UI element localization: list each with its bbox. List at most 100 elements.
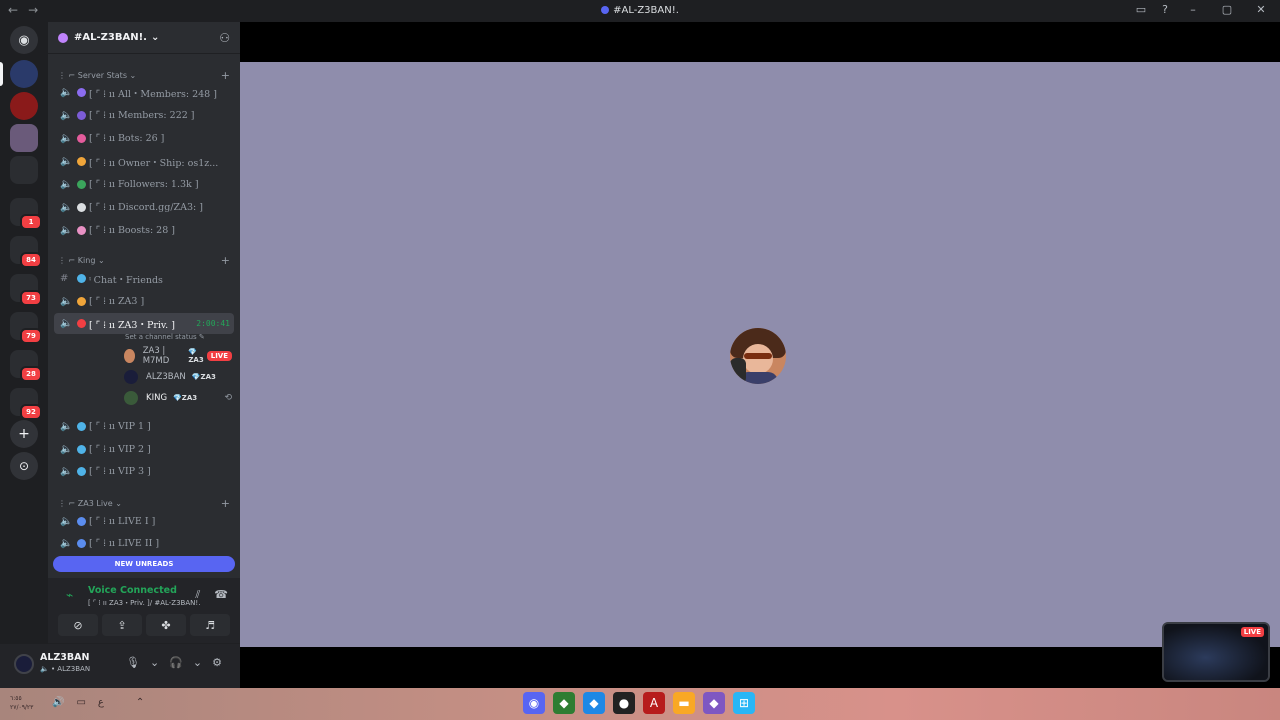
discord-app-icon[interactable]: ◉ (523, 692, 545, 714)
speaker-icon: 🔈 (60, 318, 73, 329)
create-channel-icon[interactable]: + (221, 69, 230, 82)
inbox-icon[interactable]: ▭ (1136, 3, 1146, 16)
language-indicator[interactable]: ع (98, 697, 104, 708)
voice-user-king[interactable]: KING 💎ZA3 ⟲ (124, 388, 232, 408)
stream-preview[interactable]: LIVE (1162, 622, 1270, 682)
activities-button[interactable]: ✤ (146, 614, 186, 636)
chevron-up-icon[interactable]: ⌃ (136, 697, 144, 708)
signal-icon[interactable]: ⌁ (66, 588, 73, 602)
channel-status-prompt[interactable]: Set a channel status ✎ (125, 333, 205, 341)
create-channel-icon[interactable]: + (221, 254, 230, 267)
file-explorer-icon[interactable]: ▬ (673, 692, 695, 714)
app-icon-3[interactable]: ◆ (583, 692, 605, 714)
clock[interactable]: ٦:٥٥ ٢٧/٠٩/٢٣ (10, 694, 33, 712)
noise-suppression-icon[interactable]: ⫽ (195, 588, 200, 602)
channel-boosts[interactable]: 🔈 [ ⌜ ⁞ ıı Boosts: 28 ] (54, 220, 234, 241)
user-name[interactable]: ALZ3BAN (40, 652, 89, 663)
server-icon-3[interactable] (10, 124, 38, 152)
voice-user-za3-m7md[interactable]: ZA3 | M7MD 💎ZA3 LIVE (124, 346, 232, 366)
windows-start-icon[interactable]: ⊞ (733, 692, 755, 714)
channel-za3-priv[interactable]: 🔈 [ ⌜ ⁞ ıı ZA3・Priv. ] 2:00:41 (54, 313, 234, 334)
channel-label: [ ⌜ ⁞ ıı VIP 2 ] (89, 444, 151, 455)
channel-emoji-icon (77, 319, 86, 328)
channel-owner[interactable]: 🔈 [ ⌜ ⁞ ıı Owner・Ship: os1z... (54, 151, 234, 172)
app-icon-7[interactable]: ◆ (703, 692, 725, 714)
new-unreads-button[interactable]: NEW UNREADS (53, 556, 235, 572)
microphone-icon[interactable]: 🎙 (126, 656, 140, 669)
discord-logo-icon: ◉ (10, 26, 38, 54)
speaker-icon: 🔈 (60, 516, 73, 527)
channel-emoji-icon (77, 88, 86, 97)
obs-app-icon[interactable]: ● (613, 692, 635, 714)
headphones-icon[interactable]: 🎧 (169, 656, 183, 669)
channel-bots[interactable]: 🔈 [ ⌜ ⁞ ıı Bots: 26 ] (54, 128, 234, 149)
volume-icon[interactable]: 🔊 (52, 697, 64, 708)
chevron-down-icon[interactable]: ⌄ (150, 656, 159, 669)
app-icon-2[interactable]: ◆ (553, 692, 575, 714)
add-server-button[interactable]: + (10, 420, 38, 448)
create-channel-icon[interactable]: + (221, 497, 230, 510)
channel-label: [ ⌜ ⁞ ıı Boosts: 28 ] (89, 225, 175, 236)
server-header[interactable]: #AL-Z3BAN!. ⌄ ⚇ (48, 22, 240, 54)
avatar (124, 391, 138, 405)
add-member-icon[interactable]: ⚇ (219, 31, 230, 45)
channel-emoji-icon (77, 445, 86, 454)
network-icon[interactable]: ▭ (76, 697, 85, 708)
app-icon-5[interactable]: A (643, 692, 665, 714)
channel-vip-1[interactable]: 🔈 [ ⌜ ⁞ ıı VIP 1 ] (54, 416, 234, 437)
unread-badge: 92 (20, 404, 42, 420)
share-screen-button[interactable]: ⇪ (102, 614, 142, 636)
channel-live-2[interactable]: 🔈 [ ⌜ ⁞ ıı LIVE II ] (54, 533, 234, 554)
close-button[interactable]: ✕ (1252, 3, 1270, 16)
channel-members[interactable]: 🔈 [ ⌜ ⁞ ıı Members: 222 ] (54, 105, 234, 126)
channel-followers[interactable]: 🔈 [ ⌜ ⁞ ıı Followers: 1.3k ] (54, 174, 234, 195)
category-za3-live[interactable]: ⋮ ⌐ ZA3 Live ⌄ + (58, 497, 230, 510)
disconnect-icon[interactable]: ☎ (214, 588, 228, 602)
server-folder-5[interactable]: 79 (10, 312, 42, 344)
voice-user-alz3ban[interactable]: ALZ3BAN 💎ZA3 (124, 367, 232, 387)
server-icon-za3[interactable] (10, 60, 38, 88)
chevron-down-icon[interactable]: ⌄ (193, 656, 202, 669)
maximize-button[interactable]: ▢ (1218, 3, 1236, 16)
soundboard-button[interactable]: ♬ (190, 614, 230, 636)
channel-chat-friends[interactable]: # ᵎ Chat・Friends (54, 268, 234, 289)
user-tag: 💎ZA3 (191, 373, 216, 381)
server-folder-2[interactable]: 1 (10, 198, 42, 230)
discord-home-button[interactable]: ◉ (10, 26, 38, 54)
speaker-icon: 🔈 (60, 296, 73, 307)
camera-off-button[interactable]: ⊘ (58, 614, 98, 636)
speaker-icon: 🔈 (60, 202, 73, 213)
channel-label: [ ⌜ ⁞ ıı LIVE I ] (89, 516, 156, 527)
user-subtext: 🔈 • ALZ3BAN (40, 665, 90, 673)
minimize-button[interactable]: – (1184, 3, 1202, 16)
explore-button[interactable]: ⊙ (10, 452, 38, 480)
category-server-stats[interactable]: ⋮ ⌐ Server Stats ⌄ + (58, 69, 230, 82)
channel-live-1[interactable]: 🔈 [ ⌜ ⁞ ıı LIVE I ] (54, 511, 234, 532)
clock-date: ٢٧/٠٩/٢٣ (10, 704, 34, 711)
server-folder-1[interactable] (10, 156, 38, 184)
category-king[interactable]: ⋮ ⌐ King ⌄ + (58, 254, 230, 267)
server-folder-7[interactable]: 92 (10, 388, 42, 420)
voice-status-title[interactable]: Voice Connected (88, 585, 177, 596)
user-tag: 💎ZA3 (188, 348, 204, 364)
channel-all-members[interactable]: 🔈 [ ⌜ ⁞ ıı All・Members: 248 ] (54, 82, 234, 103)
help-icon[interactable]: ? (1162, 3, 1168, 16)
speaker-icon: 🔈 (40, 665, 49, 673)
server-folder-6[interactable]: 28 (10, 350, 42, 382)
channel-za3[interactable]: 🔈 [ ⌜ ⁞ ıı ZA3 ] (54, 291, 234, 312)
settings-gear-icon[interactable]: ⚙ (212, 656, 222, 669)
channel-vip-3[interactable]: 🔈 [ ⌜ ⁞ ıı VIP 3 ] (54, 461, 234, 482)
server-folder-4[interactable]: 73 (10, 274, 42, 306)
server-folder-3[interactable]: 84 (10, 236, 42, 268)
channel-discord-link[interactable]: 🔈 [ ⌜ ⁞ ıı Discord.gg/ZA3: ] (54, 197, 234, 218)
user-subtext-label: • ALZ3BAN (50, 665, 91, 673)
channel-label: [ ⌜ ⁞ ıı Followers: 1.3k ] (89, 179, 199, 190)
screen-share-icon: ⇪ (117, 618, 127, 632)
user-avatar[interactable] (14, 654, 34, 674)
server-icon-2[interactable] (10, 92, 38, 120)
participant-tile[interactable]: LIVE (240, 62, 1280, 682)
channel-label: ᵎ Chat・Friends (89, 274, 163, 286)
channel-vip-2[interactable]: 🔈 [ ⌜ ⁞ ıı VIP 2 ] (54, 439, 234, 460)
voice-channel-path[interactable]: [ ⌜ ⁞ ıı ZA3・Priv. ]/ #AL-Z3BAN!. (88, 598, 200, 608)
activities-icon: ✤ (161, 618, 171, 632)
